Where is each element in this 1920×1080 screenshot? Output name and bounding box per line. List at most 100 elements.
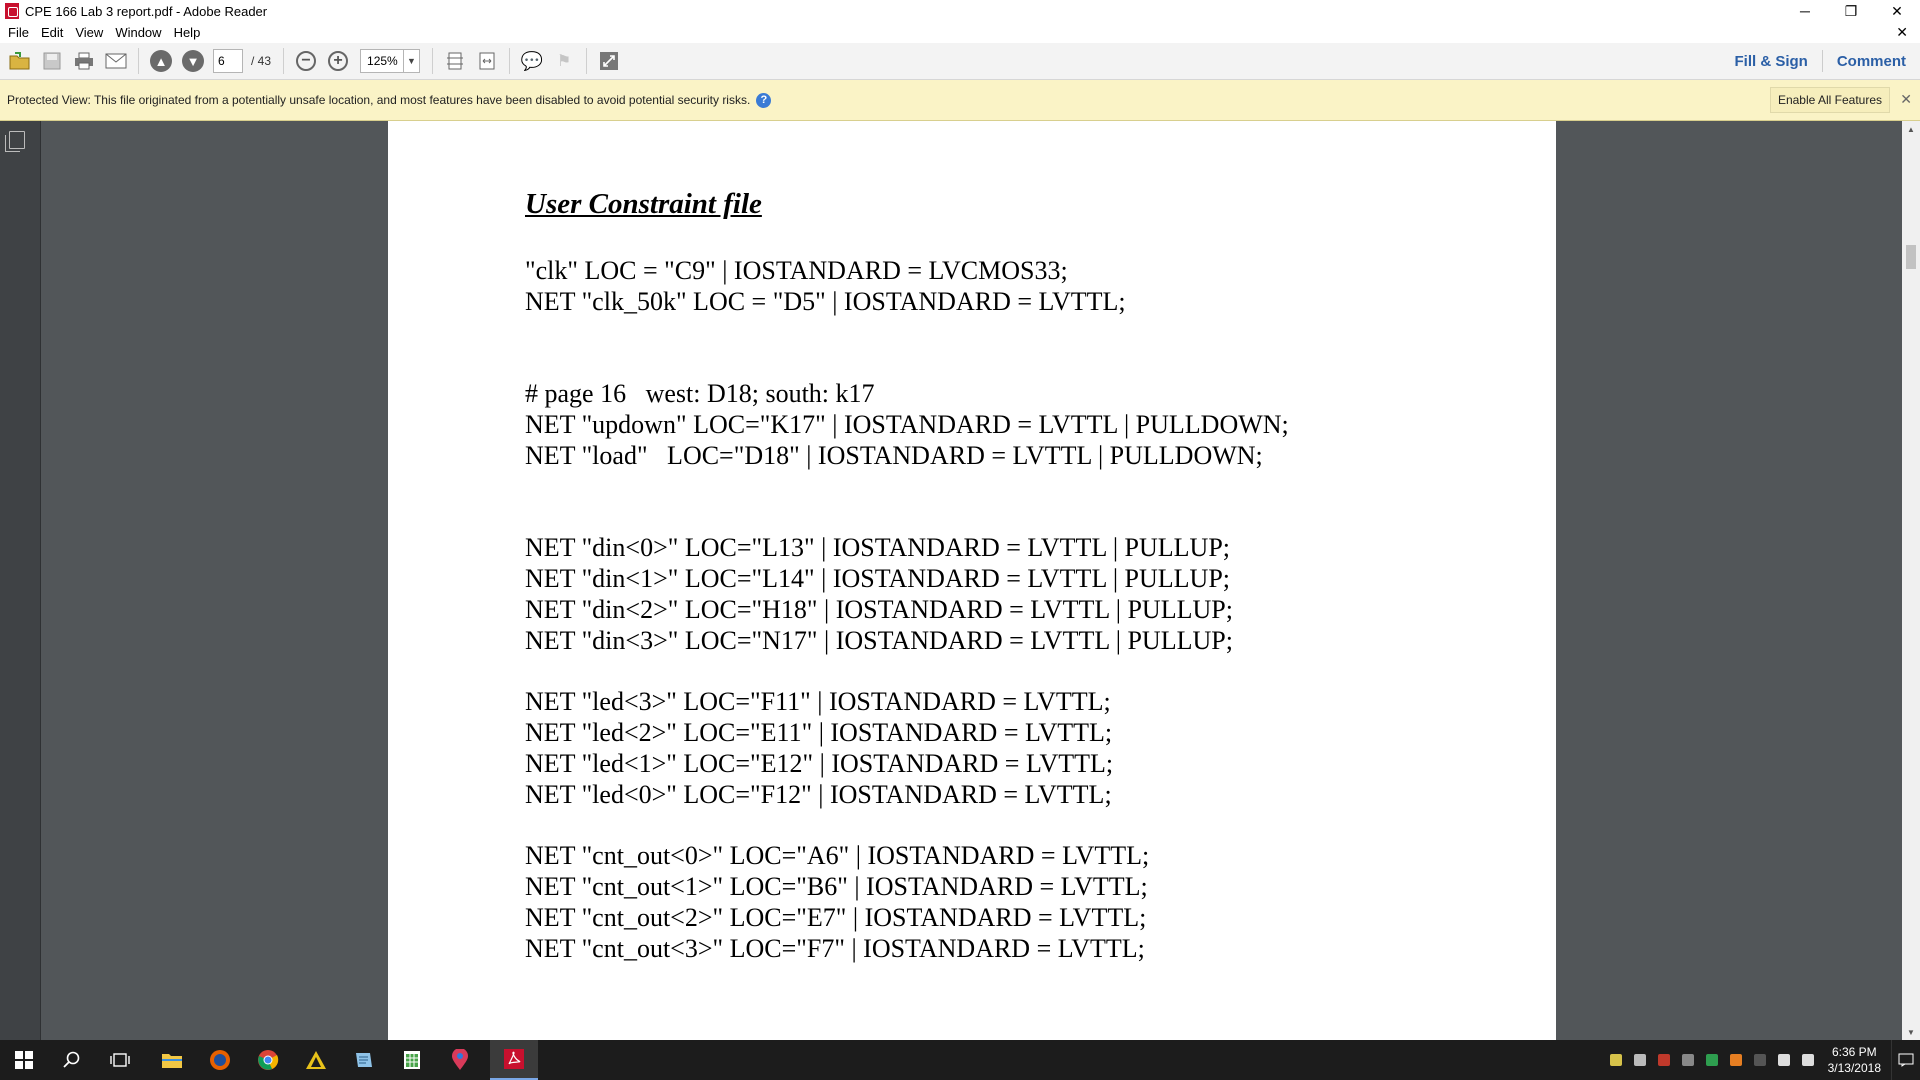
adobe-acrobat-icon <box>504 1049 524 1069</box>
adobe-reader-icon <box>5 3 19 19</box>
print-icon <box>75 52 93 70</box>
close-protected-bar-icon[interactable]: ✕ <box>1900 91 1912 108</box>
document-line: "clk" LOC = "C9" | IOSTANDARD = LVCMOS33… <box>525 256 1068 285</box>
save-button[interactable] <box>38 47 66 75</box>
menu-help[interactable]: Help <box>174 25 201 40</box>
zoom-in-button[interactable]: + <box>324 47 352 75</box>
previous-page-button[interactable]: ▲ <box>147 47 175 75</box>
chevron-down-icon: ▼ <box>407 56 416 66</box>
email-icon <box>105 53 127 69</box>
spreadsheet-icon <box>404 1051 420 1069</box>
tray-sync-icon[interactable] <box>1753 1054 1766 1066</box>
tray-network-icon[interactable] <box>1777 1054 1790 1066</box>
menu-view[interactable]: View <box>75 25 103 40</box>
firefox-icon <box>210 1050 230 1070</box>
taskbar-maps[interactable] <box>436 1040 484 1080</box>
help-icon[interactable]: ? <box>756 92 772 108</box>
title-bar: CPE 166 Lab 3 report.pdf - Adobe Reader … <box>0 0 1920 22</box>
next-page-button[interactable]: ▼ <box>179 47 207 75</box>
zoom-level-input[interactable]: 125% <box>360 49 405 73</box>
tray-tools-icon[interactable] <box>1657 1054 1670 1066</box>
menu-file[interactable]: File <box>8 25 29 40</box>
taskbar-spreadsheet[interactable] <box>388 1040 436 1080</box>
scroll-down-icon[interactable]: ▼ <box>1902 1024 1920 1040</box>
document-line: NET "cnt_out<2>" LOC="E7" | IOSTANDARD =… <box>525 902 1147 932</box>
start-button[interactable] <box>0 1040 48 1080</box>
tray-usb-icon[interactable] <box>1681 1054 1694 1066</box>
navigation-pane <box>0 121 41 1040</box>
menu-window[interactable]: Window <box>115 25 161 40</box>
search-button[interactable] <box>48 1040 96 1080</box>
taskbar-clock[interactable]: 6:36 PM 3/13/2018 <box>1828 1044 1881 1076</box>
pdf-page: User Constraint file "clk" LOC = "C9" | … <box>388 121 1556 1040</box>
scrollbar-thumb[interactable] <box>1906 245 1916 269</box>
document-line: NET "din<0>" LOC="L13" | IOSTANDARD = LV… <box>525 533 1231 563</box>
taskbar-adobe-reader[interactable] <box>490 1040 538 1080</box>
tray-security-icon[interactable] <box>1705 1054 1718 1066</box>
document-line: NET "led<3>" LOC="F11" | IOSTANDARD = LV… <box>525 687 1111 717</box>
document-line: NET "led<1>" LOC="E12" | IOSTANDARD = LV… <box>525 748 1114 778</box>
document-line: # page 16 west: D18; south: k17 <box>525 379 875 409</box>
menu-edit[interactable]: Edit <box>41 25 63 40</box>
maximize-button[interactable]: ❐ <box>1828 0 1874 22</box>
map-pin-icon <box>452 1049 468 1070</box>
folder-icon <box>162 1054 182 1068</box>
open-file-button[interactable] <box>6 47 34 75</box>
tray-volume-icon[interactable] <box>1801 1054 1814 1066</box>
sign-flag-icon: ⚑ <box>556 53 572 70</box>
taskbar-xilinx[interactable] <box>292 1040 340 1080</box>
toolbar-separator <box>432 48 434 74</box>
action-center-button[interactable] <box>1891 1040 1920 1080</box>
task-view-icon <box>110 1053 130 1067</box>
enable-all-features-button[interactable]: Enable All Features <box>1769 87 1890 113</box>
taskbar-file-explorer[interactable] <box>148 1040 196 1080</box>
taskbar-notes-app[interactable] <box>340 1040 388 1080</box>
read-mode-button[interactable] <box>595 47 623 75</box>
zoom-dropdown-button[interactable]: ▼ <box>404 49 421 73</box>
fit-page-button[interactable] <box>441 47 469 75</box>
document-line: NET "updown" LOC="K17" | IOSTANDARD = LV… <box>525 409 1289 439</box>
comment-button[interactable]: Comment <box>1823 53 1920 70</box>
fill-sign-button[interactable]: Fill & Sign <box>1720 53 1821 70</box>
print-button[interactable] <box>70 47 98 75</box>
fit-page-icon <box>447 52 464 70</box>
document-heading: User Constraint file <box>525 188 762 220</box>
arrow-down-icon: ▼ <box>182 50 204 72</box>
vertical-scrollbar[interactable]: ▲ ▼ <box>1902 121 1920 1040</box>
page-thumbnails-icon[interactable] <box>5 131 25 152</box>
comment-bubble-button[interactable]: 💬 <box>518 47 546 75</box>
document-line: NET "cnt_out<1>" LOC="B6" | IOSTANDARD =… <box>525 871 1148 901</box>
taskbar-firefox[interactable] <box>196 1040 244 1080</box>
scroll-up-icon[interactable]: ▲ <box>1902 121 1920 137</box>
zoom-out-button[interactable]: − <box>292 47 320 75</box>
sign-button[interactable]: ⚑ <box>550 47 578 75</box>
protected-view-bar: Protected View: This file originated fro… <box>0 80 1920 121</box>
email-button[interactable] <box>102 47 130 75</box>
notification-icon <box>1898 1053 1914 1067</box>
taskbar-chrome[interactable] <box>244 1040 292 1080</box>
tray-b-icon[interactable] <box>1729 1054 1742 1066</box>
page-number-input[interactable]: 6 <box>213 49 243 73</box>
tray-app-icon[interactable] <box>1609 1054 1622 1066</box>
fit-width-button[interactable] <box>473 47 501 75</box>
clock-date: 3/13/2018 <box>1827 1061 1881 1075</box>
tray-dropbox-icon[interactable] <box>1633 1054 1646 1066</box>
system-tray: 6:36 PM 3/13/2018 <box>1604 1040 1920 1080</box>
toolbar-separator <box>509 48 511 74</box>
minimize-button[interactable]: ─ <box>1782 0 1828 22</box>
menu-bar: File Edit View Window Help ✕ <box>0 22 1920 43</box>
close-document-button[interactable]: ✕ <box>1896 24 1908 41</box>
document-line: NET "led<0>" LOC="F12" | IOSTANDARD = LV… <box>525 779 1112 809</box>
task-view-button[interactable] <box>96 1040 144 1080</box>
document-line: NET "din<2>" LOC="H18" | IOSTANDARD = LV… <box>525 594 1233 624</box>
toolbar-right-panel: Fill & Sign Comment <box>1720 43 1920 79</box>
speech-bubble-icon: 💬 <box>520 50 544 71</box>
open-folder-icon <box>9 52 30 70</box>
plus-icon: + <box>328 51 349 71</box>
notepad-icon <box>356 1053 372 1067</box>
close-button[interactable]: ✕ <box>1874 0 1920 22</box>
